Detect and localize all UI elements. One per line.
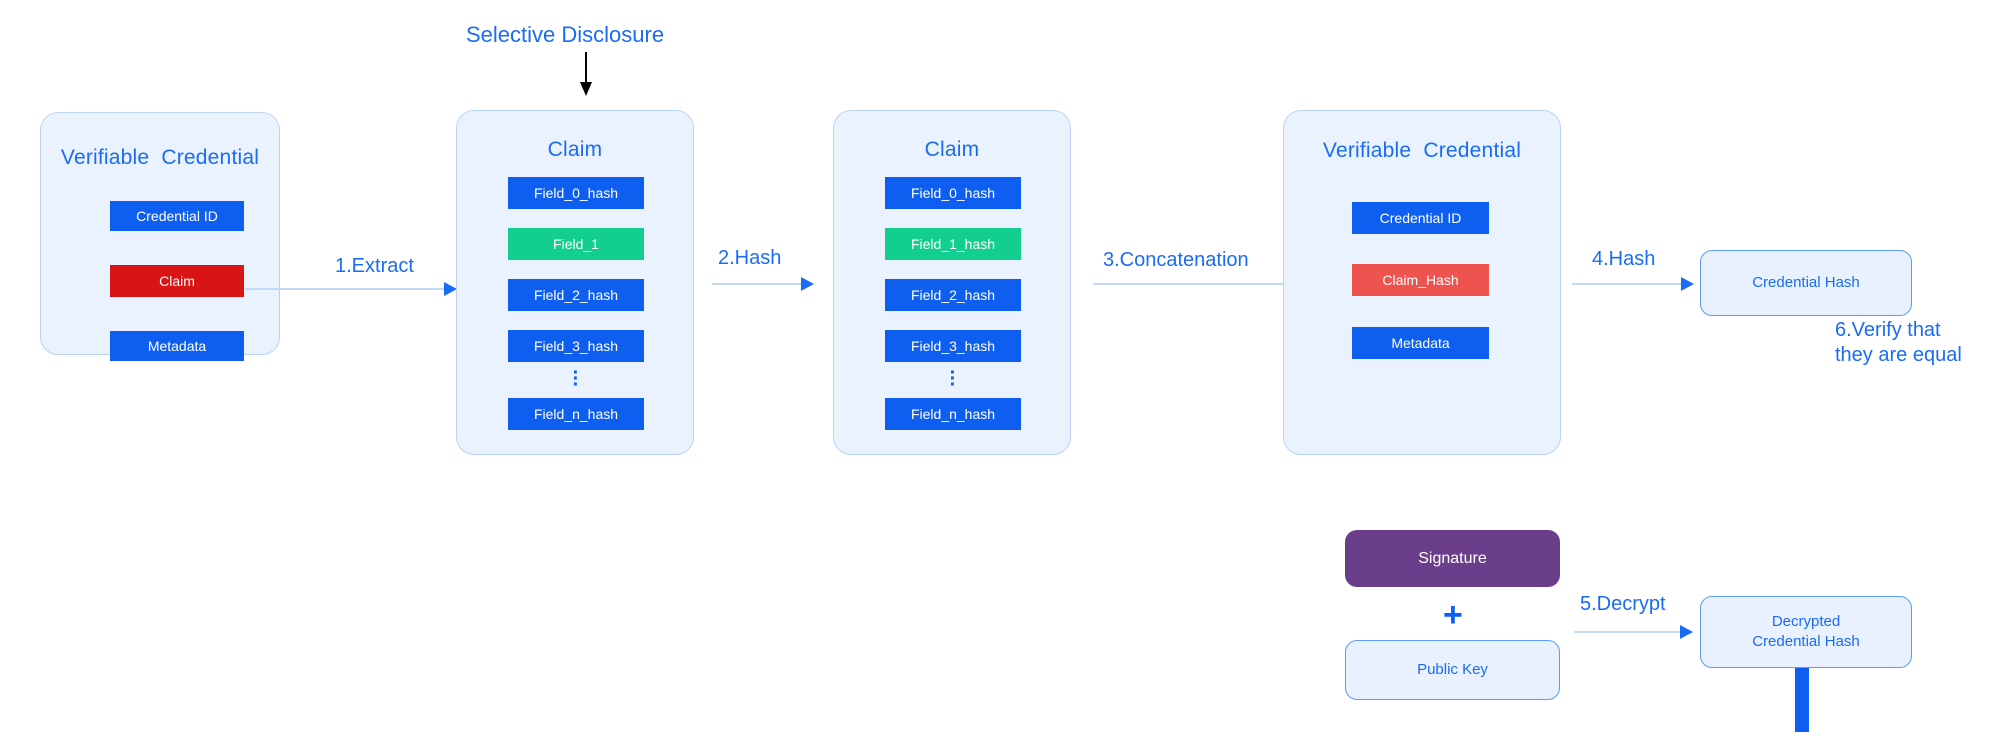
node-credential-hash[interactable]: Credential Hash — [1700, 250, 1912, 316]
chip-field-0-hash[interactable]: Field_0_hash — [508, 177, 644, 209]
chip-signature[interactable]: Signature — [1345, 530, 1560, 587]
node-label: Public Key — [1417, 660, 1488, 678]
step-2-label: 2.Hash — [718, 247, 782, 269]
step-1-label: 1.Extract — [335, 255, 414, 277]
chip-label: Signature — [1418, 549, 1487, 567]
diagram-canvas: Selective Disclosure Verifiable Credenti… — [0, 0, 2015, 732]
step-5-label: 5.Decrypt — [1580, 593, 1666, 615]
chip-label: Field_3_hash — [910, 338, 996, 354]
arrow-decrypt — [1574, 625, 1693, 639]
chip-label: Field_3_hash — [533, 338, 619, 354]
chip-label: Field_0_hash — [533, 185, 619, 201]
chip-field-2-hash[interactable]: Field_2_hash — [508, 279, 644, 311]
chip-claim-hash[interactable]: Claim_Hash — [1352, 264, 1489, 296]
chip-credential-id[interactable]: Credential ID — [110, 201, 244, 231]
chip-field-1[interactable]: Field_1 — [508, 228, 644, 260]
node-label: Decrypted Credential Hash — [1752, 612, 1860, 650]
chip-metadata[interactable]: Metadata — [110, 331, 244, 361]
verify-equal-double-arrow-icon — [1782, 621, 1822, 732]
chip-metadata[interactable]: Metadata — [1352, 327, 1489, 359]
ellipsis-vertical-icon: · · · — [572, 362, 580, 396]
panel-title: Verifiable Credential — [60, 146, 260, 169]
step-6-label: 6.Verify that they are equal — [1835, 319, 1962, 366]
chip-label: Metadata — [147, 338, 207, 354]
arrow-hash-credential — [1572, 277, 1694, 291]
chip-field-1-hash[interactable]: Field_1_hash — [885, 228, 1021, 260]
chip-label: Field_2_hash — [910, 287, 996, 303]
panel-title: Claim — [547, 138, 603, 161]
chip-label: Field_2_hash — [533, 287, 619, 303]
chip-field-0-hash[interactable]: Field_0_hash — [885, 177, 1021, 209]
chip-label: Claim — [159, 273, 195, 289]
panel-verifiable-credential-source: Verifiable Credential — [40, 112, 280, 355]
chip-label: Credential ID — [1379, 210, 1462, 226]
selective-disclosure-arrow-icon — [580, 52, 592, 96]
chip-label: Field_n_hash — [533, 406, 619, 422]
step-4-label: 4.Hash — [1592, 248, 1656, 270]
chip-field-2-hash[interactable]: Field_2_hash — [885, 279, 1021, 311]
panel-title: Claim — [924, 138, 980, 161]
selective-disclosure-label: Selective Disclosure — [466, 22, 665, 47]
node-decrypted-credential-hash[interactable]: Decrypted Credential Hash — [1700, 596, 1912, 668]
chip-field-3-hash[interactable]: Field_3_hash — [885, 330, 1021, 362]
ellipsis-vertical-icon: · · · — [949, 362, 957, 396]
node-label: Credential Hash — [1752, 273, 1860, 291]
chip-label: Field_0_hash — [910, 185, 996, 201]
chip-credential-id[interactable]: Credential ID — [1352, 202, 1489, 234]
chip-field-n-hash[interactable]: Field_n_hash — [885, 398, 1021, 430]
chip-label: Claim_Hash — [1382, 272, 1459, 288]
chip-field-3-hash[interactable]: Field_3_hash — [508, 330, 644, 362]
chip-label: Metadata — [1391, 335, 1450, 351]
chip-label: Field_n_hash — [910, 406, 996, 422]
chip-label: Field_1 — [553, 236, 599, 252]
plus-icon: + — [1443, 596, 1463, 634]
chip-claim[interactable]: Claim — [110, 265, 244, 297]
chip-field-n-hash[interactable]: Field_n_hash — [508, 398, 644, 430]
arrow-extract — [245, 282, 457, 296]
chip-label: Field_1_hash — [910, 236, 996, 252]
node-public-key[interactable]: Public Key — [1345, 640, 1560, 700]
arrow-hash-fields — [712, 277, 814, 291]
chip-label: Credential ID — [136, 208, 218, 224]
step-3-label: 3.Concatenation — [1103, 249, 1249, 271]
panel-title: Verifiable Credential — [1322, 139, 1522, 162]
